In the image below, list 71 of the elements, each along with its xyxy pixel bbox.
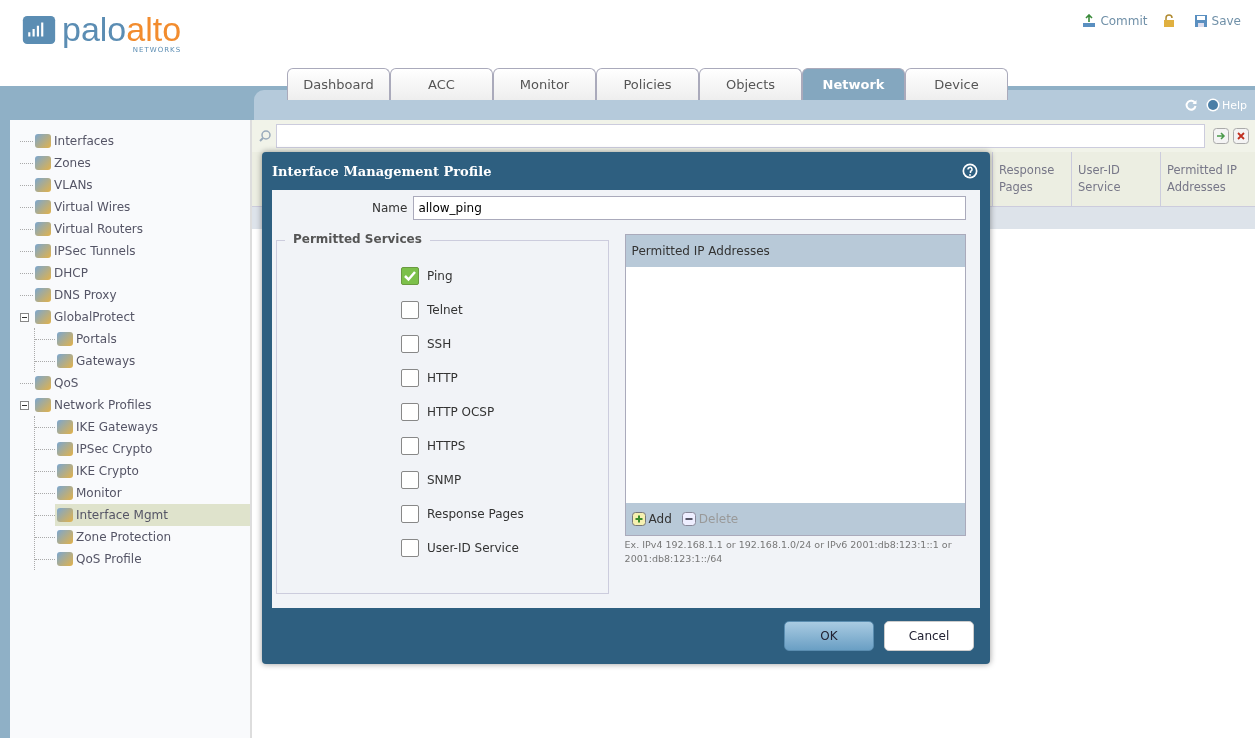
tree-item[interactable]: VLANs xyxy=(33,174,250,196)
ok-button[interactable]: OK xyxy=(784,621,874,651)
checkbox-label: HTTPS xyxy=(427,439,466,453)
column-header[interactable]: Permitted IP Addresses xyxy=(1160,152,1255,206)
tree-item[interactable]: Network Profiles xyxy=(33,394,250,416)
upload-icon xyxy=(1082,14,1097,28)
name-field[interactable]: allow_ping xyxy=(413,196,966,220)
add-button[interactable]: Add xyxy=(631,512,672,526)
nav-tab[interactable]: Dashboard xyxy=(287,68,390,100)
checkbox-label: HTTP xyxy=(427,371,458,385)
search-icon xyxy=(258,129,272,143)
tree-item[interactable]: Monitor xyxy=(55,482,250,504)
plus-icon xyxy=(631,512,646,526)
tree-item[interactable]: IKE Gateways xyxy=(55,416,250,438)
save-icon xyxy=(1193,14,1208,28)
tree-item[interactable]: Zones xyxy=(33,152,250,174)
checkbox-label: User-ID Service xyxy=(427,541,519,555)
hint-text: Ex. IPv4 192.168.1.1 or 192.168.1.0/24 or IPv6 2001:db8:123:1::1 or 2001:db8:123:1::/64 xyxy=(624,538,953,567)
checkbox[interactable] xyxy=(401,369,419,387)
collapse-toggle-icon[interactable] xyxy=(20,312,29,322)
tree-item[interactable]: Portals xyxy=(55,328,250,350)
checkbox[interactable] xyxy=(401,437,419,455)
nav-tab[interactable]: ACC xyxy=(390,68,493,100)
tree-item[interactable]: QoS xyxy=(33,372,250,394)
nav-tab[interactable]: Policies xyxy=(596,68,699,100)
header-action-button[interactable]: Save xyxy=(1193,14,1241,28)
tree-item[interactable]: Interface Mgmt xyxy=(55,504,250,526)
tree-item[interactable]: Virtual Wires xyxy=(33,196,250,218)
group-title: Permitted Services xyxy=(285,232,430,246)
logo-wordmark: paloalto xyxy=(62,12,182,46)
checkbox-label: SNMP xyxy=(427,473,462,487)
checkbox-label: Response Pages xyxy=(427,507,524,521)
filter-field[interactable] xyxy=(276,124,1205,148)
tree-item[interactable]: Zone Protection xyxy=(55,526,250,548)
header-action-button[interactable]: Commit xyxy=(1082,14,1176,28)
tree-item[interactable]: GlobalProtect xyxy=(33,306,250,328)
checkbox-label: HTTP OCSP xyxy=(427,405,495,419)
tree-item[interactable]: IKE Crypto xyxy=(55,460,250,482)
lock-icon xyxy=(1161,14,1176,28)
minus-icon xyxy=(681,512,696,526)
tree-item[interactable]: Virtual Routers xyxy=(33,218,250,240)
cancel-button[interactable]: Cancel xyxy=(884,621,974,651)
dialog-title: Interface Management Profile xyxy=(272,163,492,179)
checkbox[interactable] xyxy=(401,403,419,421)
tree-item[interactable]: DNS Proxy xyxy=(33,284,250,306)
tree-item[interactable]: QoS Profile xyxy=(55,548,250,570)
nav-tab[interactable]: Monitor xyxy=(493,68,596,100)
checkbox[interactable] xyxy=(401,471,419,489)
tree-item[interactable]: DHCP xyxy=(33,262,250,284)
tree-item[interactable]: Interfaces xyxy=(33,130,250,152)
apply-filter-icon[interactable] xyxy=(1213,128,1229,144)
checkbox-label: Ping xyxy=(427,269,453,283)
tree-item[interactable]: Gateways xyxy=(55,350,250,372)
collapse-toggle-icon[interactable] xyxy=(20,400,29,410)
checkbox[interactable] xyxy=(401,301,419,319)
checkbox-label: Telnet xyxy=(427,303,463,317)
logo-icon xyxy=(22,16,56,44)
checkbox[interactable] xyxy=(401,267,419,285)
checkbox[interactable] xyxy=(401,505,419,523)
column-header[interactable]: User-ID Service xyxy=(1071,152,1160,206)
column-header[interactable]: Permitted IP Addresses xyxy=(625,235,965,267)
tree-item[interactable]: IPSec Crypto xyxy=(55,438,250,460)
column-header[interactable]: Response Pages xyxy=(992,152,1071,206)
name-label: Name xyxy=(372,201,408,215)
clear-filter-icon[interactable] xyxy=(1233,128,1249,144)
nav-tab[interactable]: Device xyxy=(905,68,1008,100)
checkbox-label: SSH xyxy=(427,337,452,351)
checkbox[interactable] xyxy=(401,335,419,353)
checkbox[interactable] xyxy=(401,539,419,557)
tree-item[interactable]: IPSec Tunnels xyxy=(33,240,250,262)
nav-tab[interactable]: Objects xyxy=(699,68,802,100)
